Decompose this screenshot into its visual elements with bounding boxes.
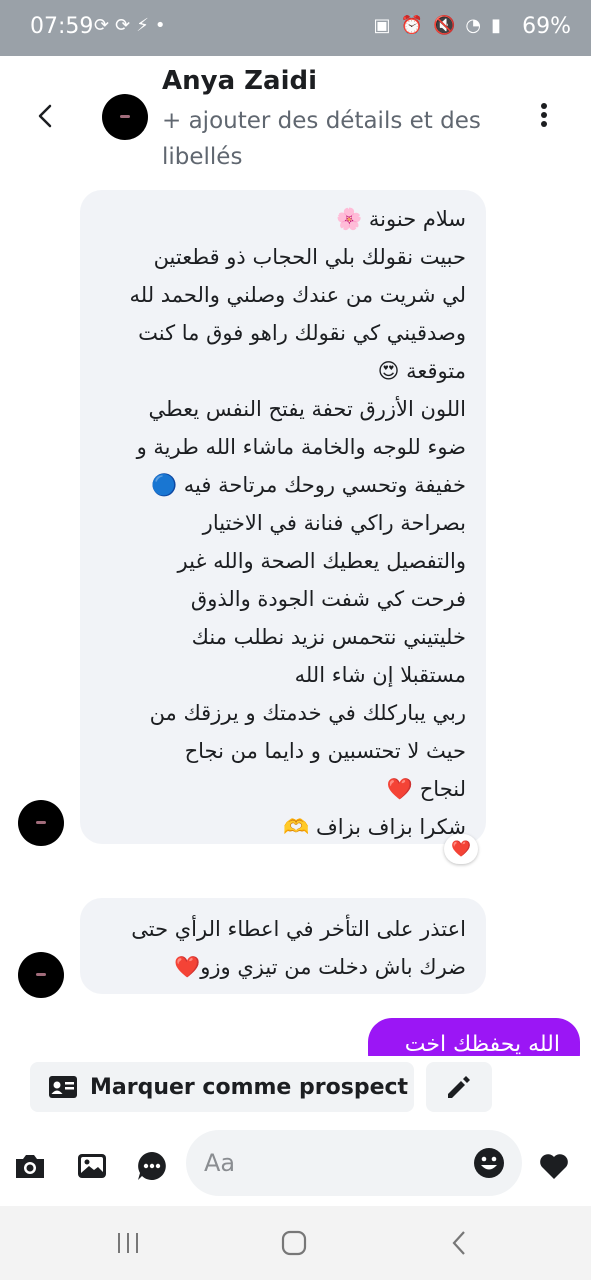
status-time: 07:59 bbox=[30, 14, 94, 39]
camera-icon bbox=[16, 1155, 44, 1178]
add-details-link[interactable]: + ajouter des détails et des libellés bbox=[162, 103, 502, 175]
chat-header: Anya Zaidi + ajouter des détails et des … bbox=[0, 56, 591, 176]
mark-as-prospect-label: Marquer comme prospect bbox=[90, 1074, 409, 1100]
system-navigation-bar bbox=[0, 1206, 591, 1280]
message-line: متوقعة 😍 bbox=[377, 359, 466, 383]
message-line: شكرا بزاف بزاف 🫶 bbox=[283, 815, 466, 839]
mark-as-prospect-button[interactable]: Marquer comme prospect bbox=[30, 1062, 414, 1112]
heart-reaction[interactable]: ❤️ bbox=[444, 834, 478, 864]
gallery-button[interactable] bbox=[74, 1148, 110, 1184]
message-line: ربي يباركلك في خدمتك و يرزقك من bbox=[149, 701, 466, 725]
contact-avatar[interactable] bbox=[102, 94, 148, 140]
dot-icon: • bbox=[154, 15, 166, 36]
status-left-icons: ⟳ ⟳ ⚡ • bbox=[94, 15, 165, 36]
message-line: ضوء للوجه والخامة ماشاء الله طرية و bbox=[136, 435, 466, 459]
home-button[interactable] bbox=[274, 1226, 314, 1260]
message-line: لي شريت من عندك وصلني والحمد لله bbox=[129, 283, 466, 307]
message-line: فرحت كي شفت الجودة والذوق bbox=[190, 587, 466, 611]
sync-icon: ⟳ bbox=[94, 15, 110, 36]
message-line: لنجاح ❤️ bbox=[386, 777, 466, 801]
chevron-left-icon bbox=[38, 104, 52, 128]
signal-icon: ▮ bbox=[491, 15, 501, 36]
emoji-icon bbox=[474, 1148, 504, 1178]
message-line: ضرك باش دخلت من تيزي وزو❤️ bbox=[174, 955, 466, 979]
more-options-chat-button[interactable] bbox=[134, 1148, 170, 1184]
recents-icon bbox=[118, 1233, 138, 1253]
message-line: سلام حنونة 🌸 bbox=[336, 207, 466, 231]
message-composer bbox=[0, 1130, 591, 1200]
wifi-icon: ◔ bbox=[465, 15, 482, 36]
message-line: اللون الأزرق تحفة يفتح النفس يعطي bbox=[148, 397, 466, 421]
image-icon bbox=[78, 1154, 106, 1178]
quick-actions-bar: Marquer comme prospect bbox=[0, 1056, 591, 1126]
message-line: حبيت نقولك بلي الحجاب ذو قطعتين bbox=[153, 245, 466, 269]
chat-bubble-dots-icon bbox=[138, 1152, 166, 1180]
edit-button[interactable] bbox=[426, 1062, 492, 1112]
sender-avatar[interactable] bbox=[18, 952, 64, 998]
back-icon bbox=[452, 1231, 465, 1255]
sync-icon: ⟳ bbox=[115, 15, 131, 36]
home-icon bbox=[281, 1230, 307, 1256]
message-line: خليتيني نتحمس نزيد نطلب منك bbox=[191, 625, 466, 649]
sim-icon: ▣ bbox=[373, 15, 391, 36]
heart-icon bbox=[540, 1154, 568, 1179]
more-options-button[interactable] bbox=[532, 100, 556, 136]
recent-apps-button[interactable] bbox=[108, 1226, 148, 1260]
alarm-icon: ⏰ bbox=[400, 15, 423, 36]
status-bar: 07:59 ⟳ ⟳ ⚡ • ▣ ⏰ 🔇 ◔ ▮ 69% bbox=[0, 0, 591, 56]
camera-button[interactable] bbox=[12, 1148, 48, 1184]
message-line: حيث لا تحتسبين و دايما من نجاح bbox=[184, 739, 466, 763]
message-line: بصراحة راكي فنانة في الاختيار bbox=[202, 511, 466, 535]
contact-card-icon bbox=[49, 1076, 77, 1098]
messenger-icon: ⚡ bbox=[136, 15, 149, 36]
battery-percentage: 69% bbox=[522, 14, 571, 39]
mute-icon: 🔇 bbox=[432, 15, 456, 36]
incoming-message-bubble[interactable]: اعتذر على التأخر في اعطاء الرأي حتى ضرك … bbox=[80, 898, 486, 994]
status-right-icons: ▣ ⏰ 🔇 ◔ ▮ bbox=[374, 15, 501, 36]
sender-avatar[interactable] bbox=[18, 800, 64, 846]
contact-name[interactable]: Anya Zaidi bbox=[162, 66, 317, 96]
message-line: والتفصيل يعطيك الصحة والله غير bbox=[177, 549, 466, 573]
emoji-button[interactable] bbox=[472, 1146, 506, 1180]
message-line: اعتذر على التأخر في اعطاء الرأي حتى bbox=[131, 917, 466, 941]
message-text: الله يحفظك اخت bbox=[404, 1032, 560, 1057]
incoming-message-bubble[interactable]: سلام حنونة 🌸 حبيت نقولك بلي الحجاب ذو قط… bbox=[80, 190, 486, 844]
back-button[interactable] bbox=[26, 96, 66, 136]
system-back-button[interactable] bbox=[440, 1226, 480, 1260]
message-line: خفيفة وتحسي روحك مرتاحة فيه 🔵 bbox=[150, 473, 466, 497]
message-line: مستقبلا إن شاء الله bbox=[294, 663, 466, 687]
message-line: وصدقيني كي نقولك راهو فوق ما كنت bbox=[138, 321, 466, 345]
like-button[interactable] bbox=[536, 1148, 572, 1184]
pencil-icon bbox=[448, 1076, 470, 1098]
